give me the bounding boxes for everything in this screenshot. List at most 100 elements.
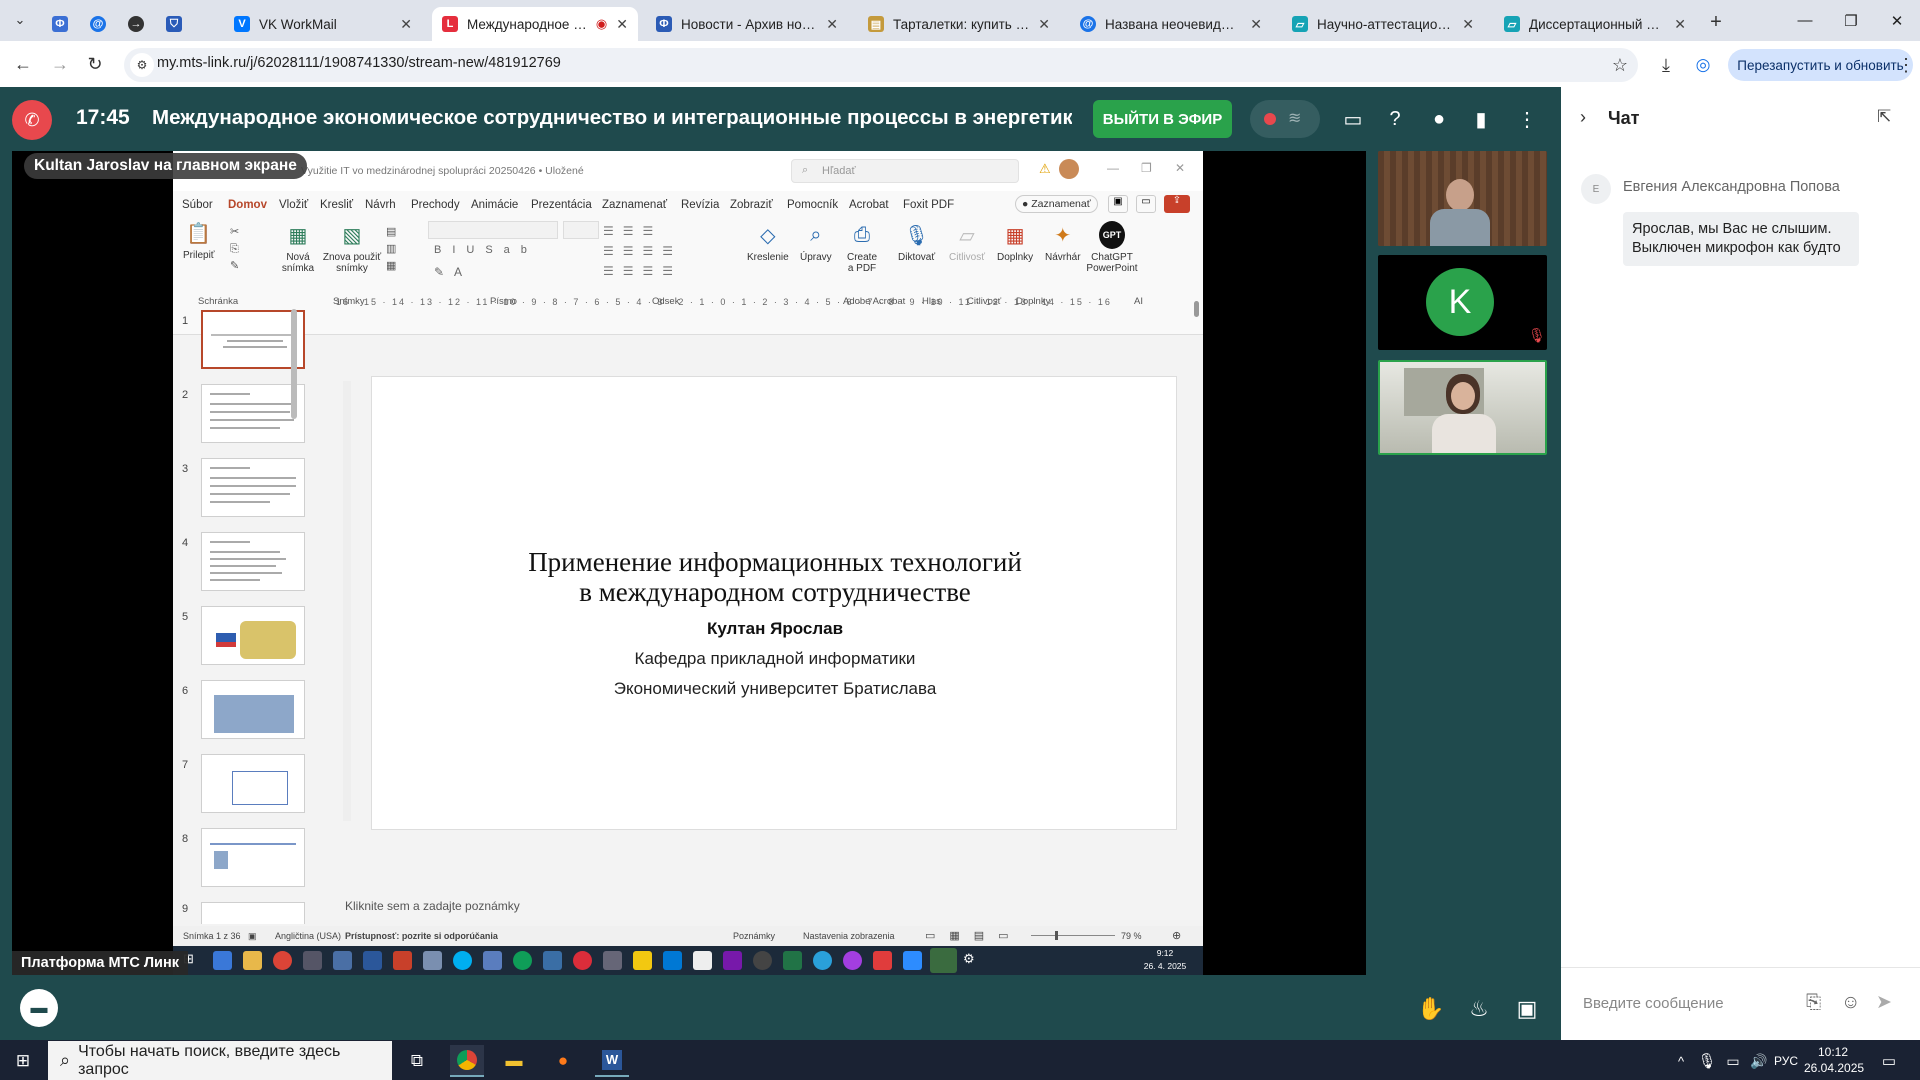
participant-video-2[interactable]: K 🎙 bbox=[1378, 255, 1547, 350]
document-icon[interactable]: ▮ bbox=[1466, 104, 1496, 134]
attach-paperclip-icon[interactable]: ⎘ bbox=[1806, 992, 1821, 1014]
ribbon-tab-active[interactable]: Domov bbox=[228, 199, 267, 211]
slide-thumbnail-9[interactable] bbox=[201, 902, 305, 924]
slide-thumbnail-3[interactable] bbox=[201, 458, 305, 517]
view-settings[interactable]: Nastavenia zobrazenia bbox=[803, 931, 895, 941]
firefox-icon[interactable]: ● bbox=[546, 1045, 580, 1077]
layout-tools[interactable]: ▤ ▥ ▦ bbox=[386, 224, 396, 275]
forward-arrow-icon[interactable]: → bbox=[47, 51, 73, 77]
download-icon[interactable]: ⤓ bbox=[1653, 52, 1679, 78]
reuse-slides-button[interactable]: ▧ Znova použiť snímky bbox=[321, 221, 383, 275]
open-external-icon[interactable]: ⇱ bbox=[1877, 107, 1891, 127]
screen-share-button[interactable]: ▬ bbox=[20, 989, 58, 1027]
dictate-button[interactable]: 🎙 Diktovať bbox=[898, 221, 935, 264]
addins-button[interactable]: ▦ Doplnky bbox=[997, 221, 1033, 264]
tab-mts-link-active[interactable]: L Международное эконо ◉ ✕ bbox=[432, 7, 638, 41]
chrome-taskbar-icon[interactable] bbox=[450, 1045, 484, 1077]
relaunch-update-button[interactable]: Перезапустить и обновить bbox=[1728, 49, 1913, 81]
participant-video-3-active[interactable] bbox=[1378, 360, 1547, 455]
slide-thumbnail-1[interactable] bbox=[201, 310, 305, 369]
close-tab-icon[interactable]: ✕ bbox=[826, 16, 838, 33]
proofing-icon[interactable]: ▣ bbox=[248, 931, 257, 942]
tab-attestation[interactable]: ▱ Научно-аттестационная ✕ bbox=[1282, 7, 1484, 41]
system-clock[interactable]: 10:12 26.04.2025 bbox=[1804, 1044, 1864, 1076]
view-mode-icons[interactable]: ▭▦▤▭ bbox=[925, 929, 1023, 942]
thumbs-scrollbar[interactable] bbox=[291, 309, 297, 419]
close-tab-icon[interactable]: ✕ bbox=[1038, 16, 1050, 33]
browser-menu-icon[interactable]: ⋮ bbox=[1896, 52, 1916, 78]
ribbon-tab[interactable]: Prezentácia bbox=[531, 199, 592, 211]
ribbon-tab[interactable]: Zaznamenať bbox=[602, 199, 667, 211]
close-tab-icon[interactable]: ✕ bbox=[1462, 16, 1474, 33]
participant-video-1[interactable] bbox=[1378, 151, 1547, 246]
ribbon-tab[interactable]: Animácie bbox=[471, 199, 518, 211]
slide-thumbnail-4[interactable] bbox=[201, 532, 305, 591]
tab-news-archive[interactable]: Ф Новости - Архив новостей ✕ bbox=[646, 7, 848, 41]
font-color-icons[interactable]: ✎A bbox=[434, 265, 472, 279]
drawing-button[interactable]: ◇ Kreslenie bbox=[747, 221, 789, 264]
slide-thumbnail-5[interactable] bbox=[201, 606, 305, 665]
paragraph-tools[interactable]: ☰☰☰ ☰☰☰☰ ☰☰☰☰ bbox=[603, 221, 682, 281]
pinned-tab-1[interactable]: Ф bbox=[42, 7, 76, 41]
ppt-restore-icon[interactable]: ❐ bbox=[1141, 161, 1152, 175]
picture-in-picture-icon[interactable]: ▣ bbox=[1510, 992, 1544, 1026]
ppt-close-icon[interactable]: ✕ bbox=[1175, 161, 1185, 175]
word-taskbar-icon[interactable]: W bbox=[595, 1045, 629, 1077]
zoom-slider[interactable] bbox=[1031, 935, 1115, 936]
profile-icon[interactable]: ◎ bbox=[1690, 52, 1716, 78]
close-tab-icon[interactable]: ✕ bbox=[1674, 16, 1686, 33]
language-status[interactable]: Angličtina (USA) bbox=[275, 931, 341, 941]
restore-window-icon[interactable]: ❐ bbox=[1828, 0, 1874, 41]
close-tab-icon[interactable]: ✕ bbox=[400, 16, 412, 33]
ribbon-tab[interactable]: Súbor bbox=[182, 199, 213, 211]
font-name-select[interactable] bbox=[428, 221, 558, 239]
zoom-level[interactable]: 79 % bbox=[1121, 931, 1142, 941]
share-icon[interactable]: ⇪ bbox=[1164, 195, 1190, 213]
zoom-slider-thumb[interactable] bbox=[1055, 931, 1058, 940]
current-slide[interactable]: Применение информационных технологий в м… bbox=[371, 376, 1177, 830]
back-arrow-icon[interactable]: ← bbox=[10, 51, 36, 77]
sensitivity-button[interactable]: ▱ Citlivosť bbox=[949, 221, 985, 264]
collapse-chevron-icon[interactable]: › bbox=[1580, 107, 1586, 128]
designer-button[interactable]: ✦ Návrhár bbox=[1045, 221, 1081, 264]
more-vertical-icon[interactable]: ⋮ bbox=[1512, 104, 1542, 134]
notifications-icon[interactable]: ▭ bbox=[1872, 1045, 1906, 1077]
ribbon-tab[interactable]: Foxit PDF bbox=[903, 199, 954, 211]
end-call-button[interactable]: ✆ bbox=[12, 100, 52, 140]
font-size-select[interactable] bbox=[563, 221, 599, 239]
font-format-icons[interactable]: BIUSab bbox=[434, 244, 538, 256]
ribbon-tab[interactable]: Zobraziť bbox=[730, 199, 773, 211]
question-icon[interactable]: ? bbox=[1380, 104, 1410, 134]
accessibility-status[interactable]: Prístupnosť: pozrite si odporúčania bbox=[345, 931, 498, 941]
raise-hand-icon[interactable]: ✋ bbox=[1414, 992, 1448, 1026]
file-explorer-icon[interactable]: ▬ bbox=[497, 1045, 531, 1077]
present-icon[interactable]: ▣ bbox=[1108, 195, 1128, 213]
tab-mail-news[interactable]: @ Названа неочевидная ошибка ✕ bbox=[1070, 7, 1272, 41]
create-pdf-button[interactable]: ⎙ Create a PDF bbox=[845, 221, 879, 275]
ppt-minimize-icon[interactable]: — bbox=[1107, 161, 1119, 175]
task-view-icon[interactable]: ⧉ bbox=[400, 1045, 434, 1077]
record-mode-button[interactable]: ● Zaznamenať bbox=[1015, 195, 1098, 213]
ribbon-tab[interactable]: Návrh bbox=[365, 199, 396, 211]
ribbon-tab[interactable]: Revízia bbox=[681, 199, 719, 211]
participants-icon[interactable]: ● bbox=[1424, 104, 1454, 134]
site-info-icon[interactable]: ⚙ bbox=[130, 53, 154, 77]
new-tab-plus-icon[interactable]: + bbox=[1703, 9, 1729, 35]
pinned-tab-4[interactable]: ⛉ bbox=[156, 7, 190, 41]
ribbon-tab[interactable]: Prechody bbox=[411, 199, 460, 211]
clipboard-tools[interactable]: ✂ ⎘ ✎ bbox=[230, 224, 239, 275]
send-icon[interactable]: ➤ bbox=[1876, 991, 1892, 1014]
comments-icon[interactable]: ▭ bbox=[1136, 195, 1156, 213]
notes-placeholder[interactable]: Kliknite sem a zadajte poznámky bbox=[345, 899, 520, 913]
chat-input[interactable]: Введите сообщение bbox=[1583, 995, 1724, 1012]
ribbon-tab[interactable]: Vložiť bbox=[279, 199, 308, 211]
close-tab-icon[interactable]: ✕ bbox=[616, 16, 628, 33]
slide-thumbnail-7[interactable] bbox=[201, 754, 305, 813]
go-live-button[interactable]: ВЫЙТИ В ЭФИР bbox=[1093, 100, 1232, 138]
windows-start-icon[interactable]: ⊞ bbox=[6, 1045, 40, 1077]
ribbon-tab[interactable]: Pomocník bbox=[787, 199, 838, 211]
close-tab-icon[interactable]: ✕ bbox=[1250, 16, 1262, 33]
tab-search-chevron-icon[interactable]: ⌄ bbox=[8, 8, 32, 32]
ppt-search-box[interactable]: ⌕ Hľadať bbox=[791, 159, 1019, 183]
ribbon-tab[interactable]: Acrobat bbox=[849, 199, 889, 211]
